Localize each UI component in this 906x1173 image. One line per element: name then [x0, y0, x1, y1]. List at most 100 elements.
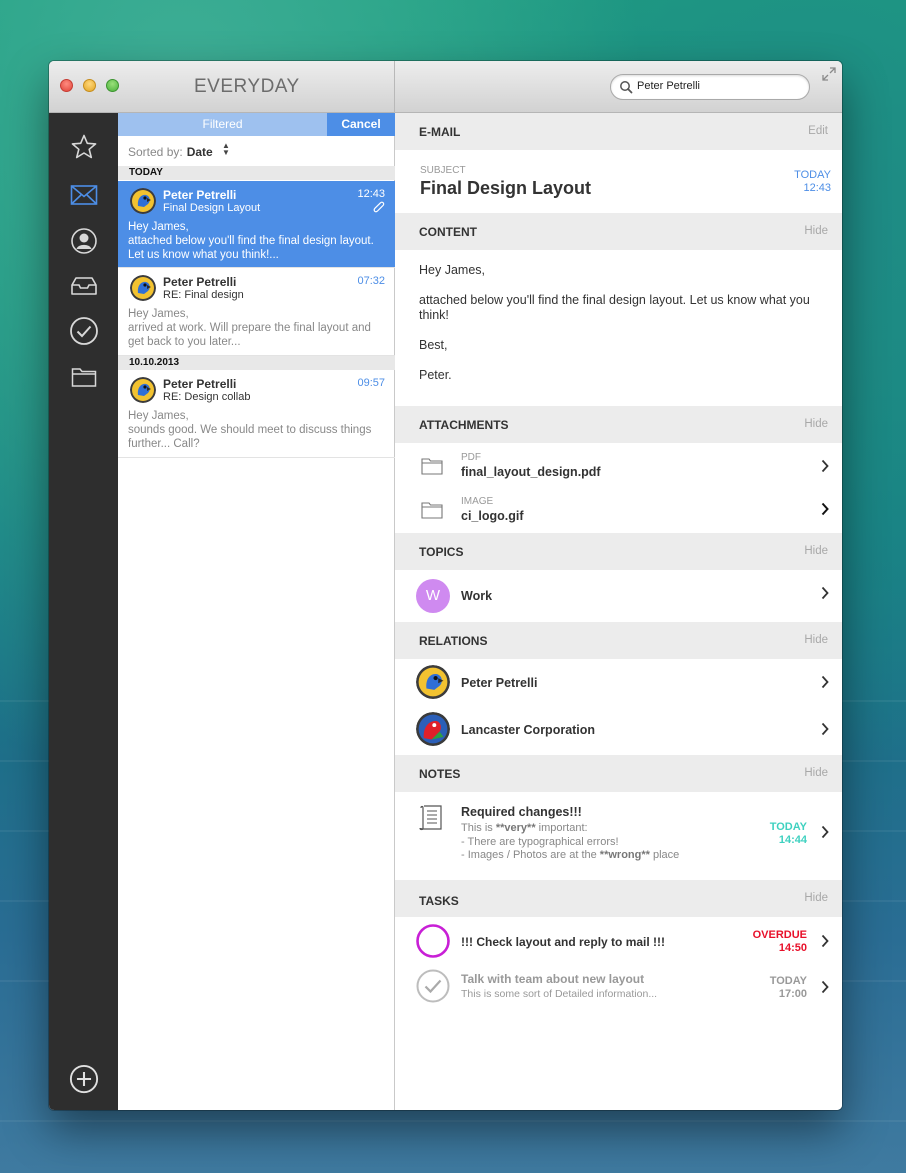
chevron-right-icon: [821, 980, 829, 994]
attachments-header-label: ATTACHMENTS: [419, 418, 509, 432]
sidebar-item-mail[interactable]: [69, 180, 99, 210]
section-header-today: TODAY: [118, 166, 395, 180]
cancel-filter-button[interactable]: Cancel: [327, 113, 395, 136]
mail-list-item[interactable]: Peter Petrelli RE: Design collab 09:57 H…: [118, 370, 395, 458]
mail-list-item[interactable]: Peter Petrelli RE: Final design 07:32 He…: [118, 268, 395, 356]
mail-time: 07:32: [357, 275, 385, 287]
task-done-icon[interactable]: [415, 968, 451, 1004]
chevron-right-icon: [821, 675, 829, 689]
mail-preview: Hey James, attached below you'll find th…: [128, 220, 383, 262]
attachment-icon: [373, 201, 385, 213]
topic-row[interactable]: W Work: [395, 570, 842, 622]
chevron-right-icon: [821, 459, 829, 473]
relations-section-header: RELATIONS Hide: [395, 622, 842, 659]
app-window: EVERYDAY Peter Petrelli Filtered Cancel …: [49, 61, 842, 1110]
task-due-time: 14:50: [778, 942, 807, 954]
detail-panel: E-MAIL Edit SUBJECT Final Design Layout …: [395, 113, 842, 1110]
topics-section-header: TOPICS Hide: [395, 533, 842, 570]
attachment-row[interactable]: IMAGE ci_logo.gif: [395, 488, 842, 532]
task-row[interactable]: !!! Check layout and reply to mail !!! O…: [395, 917, 842, 964]
email-subject: Final Design Layout: [420, 178, 592, 198]
task-due-day: TODAY: [769, 975, 807, 987]
sort-arrows-icon[interactable]: ▲ ▼: [222, 142, 230, 157]
search-value: Peter Petrelli: [637, 80, 700, 92]
task-checkbox-icon[interactable]: [415, 923, 451, 959]
mail-preview: Hey James, arrived at work. Will prepare…: [128, 307, 383, 349]
sidebar-item-inbox[interactable]: [69, 271, 99, 301]
filtered-label: Filtered: [118, 113, 327, 136]
relation-row[interactable]: Peter Petrelli: [395, 659, 842, 706]
note-text: This is: [461, 822, 496, 834]
note-title: Required changes!!!: [461, 805, 582, 819]
relation-name: Peter Petrelli: [461, 676, 538, 690]
mail-list-item[interactable]: Peter Petrelli Final Design Layout 12:43…: [118, 181, 395, 268]
avatar: [130, 188, 156, 214]
mail-sender: Peter Petrelli: [163, 188, 237, 202]
check-circle-icon: [70, 317, 98, 345]
edit-button[interactable]: Edit: [808, 125, 828, 137]
hide-tasks-button[interactable]: Hide: [804, 892, 828, 904]
note-line-3: - Images / Photos are at the **wrong** p…: [461, 849, 679, 863]
note-date-time: 14:44: [778, 834, 807, 846]
fullscreen-icon[interactable]: [822, 67, 836, 81]
contact-icon: [71, 228, 97, 254]
note-text: - Images / Photos are at the: [461, 849, 600, 861]
task-title: Talk with team about new layout: [461, 972, 645, 986]
mail-preview: Hey James, sounds good. We should meet t…: [128, 409, 383, 451]
sidebar: [49, 113, 118, 1110]
folder-icon: [71, 368, 97, 387]
attachment-row[interactable]: PDF final_layout_design.pdf: [395, 443, 842, 487]
content-line: Hey James,: [419, 263, 485, 277]
mail-preview-greeting: Hey James,: [128, 410, 189, 422]
sidebar-item-files[interactable]: [69, 362, 99, 392]
sidebar-item-favorites[interactable]: [69, 132, 99, 162]
notes-section-header: NOTES Hide: [395, 755, 842, 792]
attachment-type: IMAGE: [461, 496, 494, 507]
chevron-right-icon: [821, 934, 829, 948]
note-line-2: - There are typographical errors!: [461, 835, 619, 848]
sidebar-item-contacts[interactable]: [69, 226, 99, 256]
task-due-time: 17:00: [778, 988, 807, 1000]
sort-control[interactable]: Sorted by: Date: [128, 145, 213, 159]
tasks-header-label: TASKS: [419, 894, 459, 908]
content-line: Best,: [419, 338, 448, 352]
mail-subject: RE: Final design: [163, 289, 244, 301]
mail-preview-greeting: Hey James,: [128, 308, 189, 320]
note-date-day: TODAY: [769, 821, 807, 833]
mail-sender: Peter Petrelli: [163, 377, 237, 391]
hide-attachments-button[interactable]: Hide: [804, 418, 828, 430]
email-content: Hey James, attached below you'll find th…: [419, 263, 819, 398]
note-text: place: [649, 849, 680, 861]
sidebar-item-tasks[interactable]: [69, 316, 99, 346]
hide-topics-button[interactable]: Hide: [804, 545, 828, 557]
note-description: This is **very** important: - There are …: [461, 822, 679, 863]
attachments-section-header: ATTACHMENTS Hide: [395, 406, 842, 443]
zoom-window-button[interactable]: [106, 79, 119, 92]
note-row[interactable]: Required changes!!! This is **very** imp…: [395, 792, 842, 879]
title-bar: EVERYDAY Peter Petrelli: [49, 61, 842, 113]
close-window-button[interactable]: [60, 79, 73, 92]
task-subtitle: This is some sort of Detailed informatio…: [461, 988, 658, 1000]
mail-preview-text: sounds good. We should meet to discuss t…: [128, 424, 372, 450]
add-button[interactable]: [69, 1064, 99, 1094]
relation-row[interactable]: Lancaster Corporation: [395, 706, 842, 753]
note-icon: [419, 805, 442, 831]
hide-relations-button[interactable]: Hide: [804, 634, 828, 646]
minimize-window-button[interactable]: [83, 79, 96, 92]
tasks-section-header: TASKS Hide: [395, 880, 842, 917]
attachment-type: PDF: [461, 452, 481, 463]
mail-subject: RE: Design collab: [163, 391, 251, 403]
hide-notes-button[interactable]: Hide: [804, 767, 828, 779]
attachment-name: final_layout_design.pdf: [461, 465, 601, 479]
add-circle-icon: [69, 1064, 99, 1094]
email-section-header: E-MAIL Edit: [395, 113, 842, 150]
task-row[interactable]: Talk with team about new layout This is …: [395, 964, 842, 1011]
hide-content-button[interactable]: Hide: [804, 225, 828, 237]
content-line: attached below you'll find the final des…: [419, 293, 810, 322]
star-icon: [71, 134, 97, 159]
note-emphasis: **very**: [495, 822, 536, 834]
folder-icon: [421, 458, 443, 475]
search-input[interactable]: Peter Petrelli: [610, 74, 810, 100]
note-date: TODAY 14:44: [770, 821, 807, 847]
task-title: !!! Check layout and reply to mail !!!: [461, 935, 666, 949]
